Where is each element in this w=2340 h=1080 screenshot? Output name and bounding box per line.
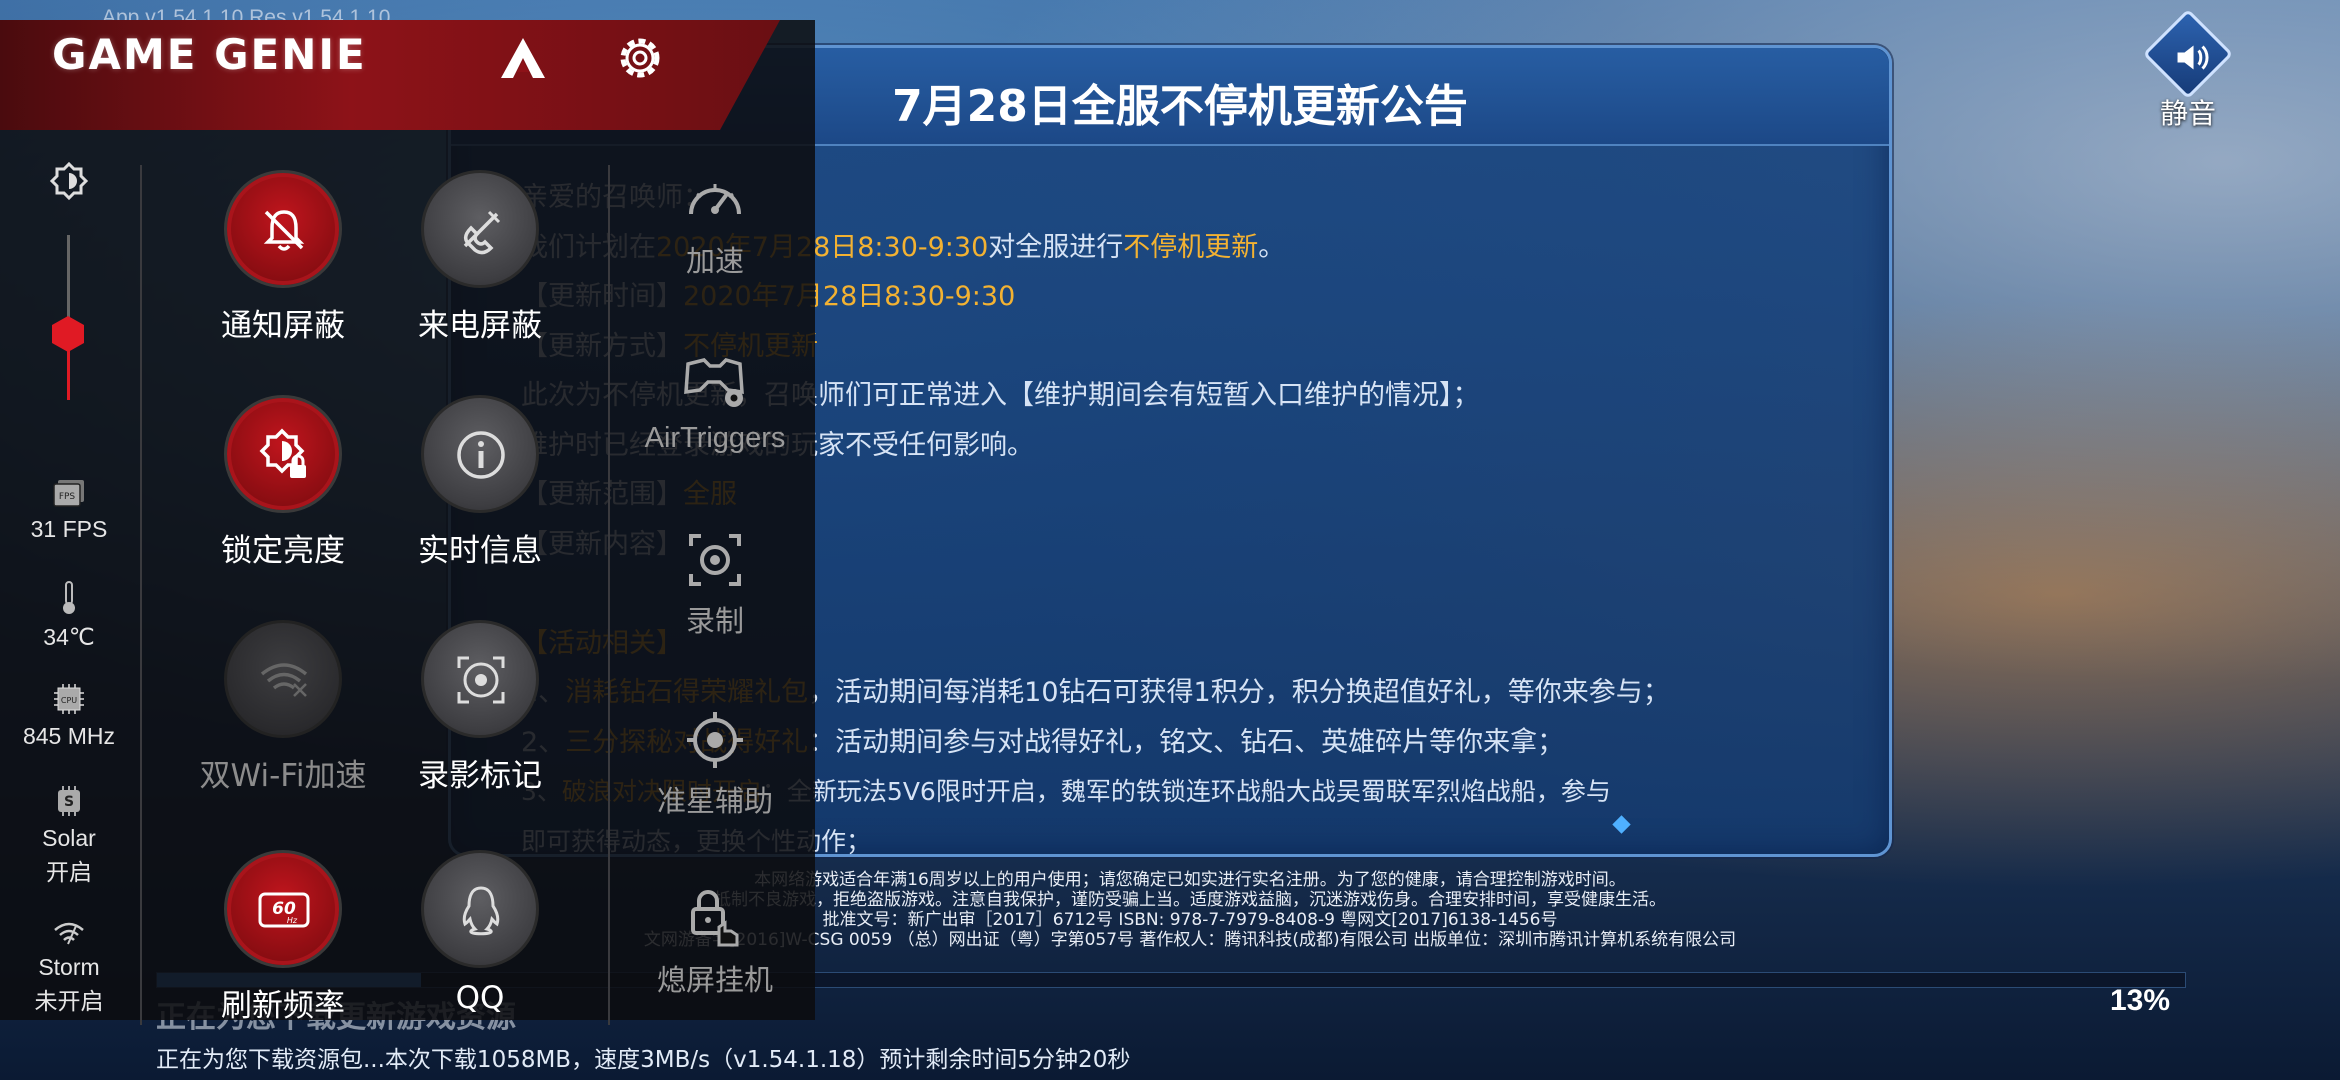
game-genie-title: GAME GENIE — [52, 30, 367, 79]
info-icon — [421, 395, 539, 513]
mute-button[interactable]: 静音 — [2138, 8, 2238, 132]
cpu-icon: CPU — [54, 684, 84, 714]
crosshair-label: 准星辅助 — [656, 786, 773, 818]
crosshair-button[interactable]: 准星辅助 — [630, 710, 800, 820]
storm-state: 未开启 — [34, 988, 104, 1014]
qq-label: QQ — [455, 980, 505, 1016]
bell-off-icon — [224, 170, 342, 288]
brightness-icon[interactable] — [10, 160, 128, 208]
screen-off-label: 熄屏挂机 — [656, 965, 773, 997]
refresh-rate-toggle[interactable]: 60 Hz 刷新频率 — [193, 850, 373, 1025]
record-icon — [689, 534, 741, 586]
genie-divider-left — [140, 165, 142, 1025]
fps-stat: FPS 31 FPS — [10, 478, 128, 546]
temperature-value: 34℃ — [43, 624, 95, 650]
mute-label: 静音 — [2159, 97, 2216, 130]
boost-button[interactable]: 加速 — [630, 170, 800, 280]
dual-wifi-toggle[interactable]: 双Wi-Fi加速 — [193, 620, 373, 795]
record-marker-toggle[interactable]: 录影标记 — [390, 620, 570, 795]
cpu-value: 845 MHz — [22, 723, 116, 749]
airtriggers-button[interactable]: AirTriggers — [630, 352, 800, 455]
download-status-detail: 正在为您下载资源包...本次下载1058MB，速度3MB/s（v1.54.1.1… — [156, 1047, 1131, 1073]
call-block-toggle[interactable]: 来电屏蔽 — [390, 170, 570, 345]
record-label: 录制 — [685, 606, 744, 638]
notify-block-label: 通知屏蔽 — [221, 308, 345, 344]
call-block-label: 来电屏蔽 — [418, 308, 542, 344]
airtriggers-gamepad-icon — [684, 358, 744, 407]
storm-stat[interactable]: Storm 未开启 — [10, 920, 128, 1018]
record-button[interactable]: 录制 — [630, 530, 800, 640]
announcement-text: ：全新玩法5V6限时开启，魏军的铁锁连环战船大战吴蜀联军烈焰战船，参与 — [761, 777, 1611, 806]
rog-logo-icon[interactable] — [495, 30, 551, 86]
svg-text:CPU: CPU — [61, 696, 77, 705]
svg-text:S: S — [64, 794, 74, 810]
announcement-text: 对全服进行 — [988, 231, 1124, 263]
lock-brightness-label: 锁定亮度 — [221, 533, 345, 569]
screen-off-lock-icon — [691, 890, 739, 947]
record-marker-icon — [421, 620, 539, 738]
crosshair-icon — [687, 712, 743, 768]
screen-off-button[interactable]: 熄屏挂机 — [630, 885, 800, 999]
svg-text:Hz: Hz — [287, 916, 298, 925]
cpu-stat: CPU 845 MHz — [10, 683, 128, 753]
announcement-highlight: 不停机更新 — [1123, 231, 1259, 263]
airtriggers-label: AirTriggers — [644, 422, 786, 454]
storm-label: Storm — [38, 954, 100, 980]
brightness-lock-icon — [224, 395, 342, 513]
solar-state: 开启 — [46, 859, 92, 885]
speaker-icon — [2142, 8, 2234, 100]
realtime-info-toggle[interactable]: 实时信息 — [390, 395, 570, 570]
record-marker-label: 录影标记 — [418, 758, 542, 794]
solar-chip-icon: S — [58, 786, 80, 816]
lock-brightness-toggle[interactable]: 锁定亮度 — [193, 395, 373, 570]
solar-label: Solar — [42, 825, 96, 851]
refresh-rate-label: 刷新频率 — [221, 988, 345, 1024]
speedometer-icon — [689, 184, 741, 215]
qq-toggle[interactable]: QQ — [390, 850, 570, 1016]
svg-text:FPS: FPS — [59, 492, 76, 502]
notify-block-toggle[interactable]: 通知屏蔽 — [193, 170, 373, 345]
refresh-rate-60hz-icon: 60 Hz — [224, 850, 342, 968]
announcement-text: ：活动期间参与对战得好礼，铭文、钻石、英雄碎片等你来拿； — [808, 726, 1565, 758]
dual-wifi-label: 双Wi-Fi加速 — [199, 758, 367, 794]
download-percent: 13% — [2110, 984, 2171, 1017]
fps-value: 31 FPS — [30, 516, 108, 542]
announcement-text: ，活动期间每消耗10钻石可获得1积分，积分换超值好礼，等你来参与； — [808, 677, 1670, 708]
wifi-icon — [224, 620, 342, 738]
boost-label: 加速 — [685, 246, 744, 278]
genie-divider-right — [608, 165, 610, 1025]
thermometer-icon — [63, 581, 75, 614]
realtime-info-label: 实时信息 — [418, 533, 542, 569]
qq-penguin-icon — [421, 850, 539, 968]
storm-wifi-icon — [54, 922, 84, 945]
temperature-stat: 34℃ — [10, 580, 128, 654]
announcement-text: 。 — [1258, 231, 1286, 263]
fps-icon: FPS — [53, 480, 84, 507]
settings-gear-icon[interactable] — [612, 30, 668, 86]
solar-stat[interactable]: S Solar 开启 — [10, 785, 128, 889]
phone-off-icon — [421, 170, 539, 288]
